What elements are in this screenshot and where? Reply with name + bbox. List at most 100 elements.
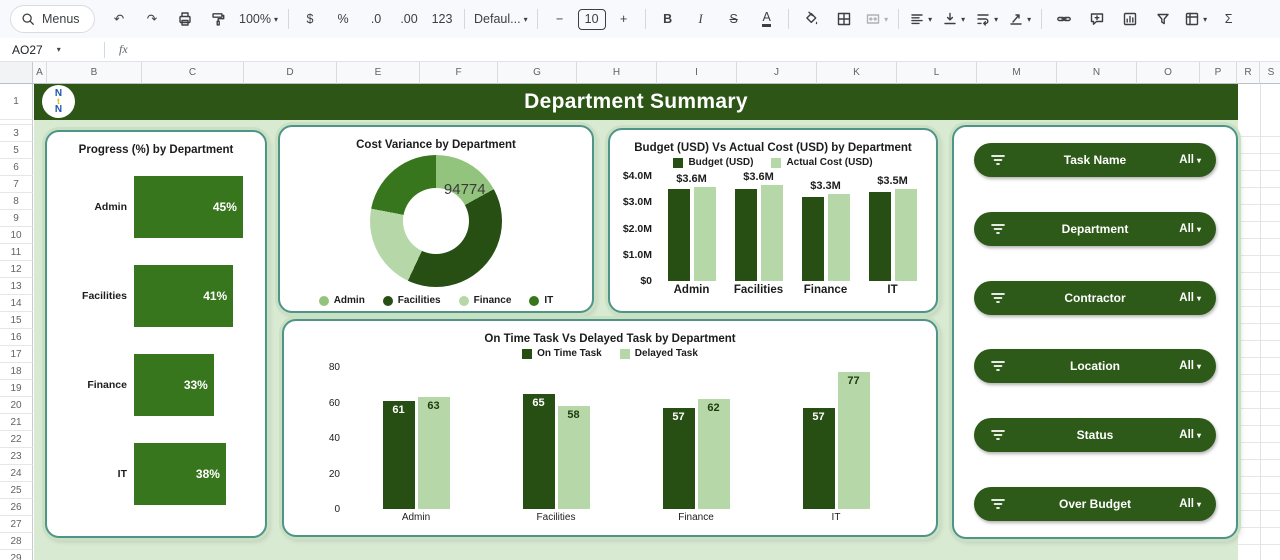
legend-dot bbox=[383, 296, 393, 306]
strikethrough-button[interactable]: S bbox=[719, 7, 749, 31]
row-header-10[interactable]: 10 bbox=[0, 227, 33, 244]
column-header-P[interactable]: P bbox=[1200, 62, 1237, 84]
row-header-5[interactable]: 5 bbox=[0, 142, 33, 159]
select-all-corner[interactable] bbox=[0, 62, 33, 84]
filter-value-dropdown[interactable]: All▾ bbox=[1179, 223, 1201, 235]
redo-button-label: ↷ bbox=[147, 13, 157, 26]
fill-color-button[interactable] bbox=[796, 7, 826, 31]
decrease-decimal-button[interactable]: .0 bbox=[361, 7, 391, 31]
row-header-22[interactable]: 22 bbox=[0, 431, 33, 448]
row-header-21[interactable]: 21 bbox=[0, 414, 33, 431]
functions-button[interactable]: Σ bbox=[1214, 7, 1244, 31]
column-header-R[interactable]: R bbox=[1237, 62, 1260, 84]
column-header-A[interactable]: A bbox=[33, 62, 47, 84]
format-currency-button[interactable]: $ bbox=[295, 7, 325, 31]
filter-task-name[interactable]: Task NameAll▾ bbox=[974, 143, 1216, 177]
table-views-button[interactable]: ▾ bbox=[1181, 7, 1211, 31]
vertical-align-button[interactable]: ▾ bbox=[939, 7, 969, 31]
row-header-23[interactable]: 23 bbox=[0, 448, 33, 465]
row-header-12[interactable]: 12 bbox=[0, 261, 33, 278]
row-header-1[interactable]: 1 bbox=[0, 84, 33, 120]
text-rotation-button[interactable]: ▾ bbox=[1005, 7, 1035, 31]
horizontal-align-button[interactable]: ▾ bbox=[906, 7, 936, 31]
print-button[interactable] bbox=[170, 7, 200, 31]
row-header-8[interactable]: 8 bbox=[0, 193, 33, 210]
increase-decimal-button[interactable]: .00 bbox=[394, 7, 424, 31]
center-value-label: 94774 bbox=[444, 181, 486, 198]
undo-button[interactable]: ↶ bbox=[104, 7, 134, 31]
bar-group: $3.5MIT bbox=[869, 176, 917, 281]
row-header-27[interactable]: 27 bbox=[0, 516, 33, 533]
column-header-L[interactable]: L bbox=[897, 62, 977, 84]
row-header-17[interactable]: 17 bbox=[0, 346, 33, 363]
row-header-19[interactable]: 19 bbox=[0, 380, 33, 397]
row-header-9[interactable]: 9 bbox=[0, 210, 33, 227]
row-header-15[interactable]: 15 bbox=[0, 312, 33, 329]
column-header-B[interactable]: B bbox=[47, 62, 142, 84]
divider bbox=[645, 9, 646, 29]
column-header-G[interactable]: G bbox=[498, 62, 577, 84]
column-header-H[interactable]: H bbox=[577, 62, 657, 84]
font-size-input[interactable]: 10 bbox=[578, 9, 606, 30]
column-header-D[interactable]: D bbox=[244, 62, 337, 84]
filter-location[interactable]: LocationAll▾ bbox=[974, 349, 1216, 383]
merge-cells-button[interactable]: ▾ bbox=[862, 7, 892, 31]
bold-button[interactable]: B bbox=[653, 7, 683, 31]
filter-value-dropdown[interactable]: All▾ bbox=[1179, 498, 1201, 510]
filter-contractor[interactable]: ContractorAll▾ bbox=[974, 281, 1216, 315]
row-header-16[interactable]: 16 bbox=[0, 329, 33, 346]
column-header-M[interactable]: M bbox=[977, 62, 1057, 84]
group-value-label: $3.6M bbox=[676, 173, 707, 185]
column-header-O[interactable]: O bbox=[1137, 62, 1200, 84]
filter-value-dropdown[interactable]: All▾ bbox=[1179, 360, 1201, 372]
redo-button[interactable]: ↷ bbox=[137, 7, 167, 31]
filter-value-dropdown[interactable]: All▾ bbox=[1179, 292, 1201, 304]
more-formats-button[interactable]: 123 bbox=[427, 7, 457, 31]
row-header-25[interactable]: 25 bbox=[0, 482, 33, 499]
filter-department[interactable]: DepartmentAll▾ bbox=[974, 212, 1216, 246]
format-percent-button[interactable]: % bbox=[328, 7, 358, 31]
column-header-C[interactable]: C bbox=[142, 62, 244, 84]
filter-value-dropdown[interactable]: All▾ bbox=[1179, 154, 1201, 166]
decrease-font-size-button[interactable]: − bbox=[545, 7, 575, 31]
paint-format-button[interactable] bbox=[203, 7, 233, 31]
borders-button[interactable] bbox=[829, 7, 859, 31]
insert-link-button[interactable] bbox=[1049, 7, 1079, 31]
row-header-14[interactable]: 14 bbox=[0, 295, 33, 312]
row-header-20[interactable]: 20 bbox=[0, 397, 33, 414]
filter-over-budget[interactable]: Over BudgetAll▾ bbox=[974, 487, 1216, 521]
row-header-7[interactable]: 7 bbox=[0, 176, 33, 193]
font-select[interactable]: Defaul...▾ bbox=[471, 7, 531, 31]
column-header-N[interactable]: N bbox=[1057, 62, 1137, 84]
insert-comment-button[interactable] bbox=[1082, 7, 1112, 31]
bars bbox=[735, 185, 783, 281]
filter-value-dropdown[interactable]: All▾ bbox=[1179, 429, 1201, 441]
zoom-select[interactable]: 100%▾ bbox=[236, 7, 281, 31]
create-filter-button[interactable] bbox=[1148, 7, 1178, 31]
name-box[interactable]: AO27 ▾ bbox=[0, 43, 98, 57]
row-header-24[interactable]: 24 bbox=[0, 465, 33, 482]
text-wrap-button[interactable]: ▾ bbox=[972, 7, 1002, 31]
row-header-13[interactable]: 13 bbox=[0, 278, 33, 295]
row-header-28[interactable]: 28 bbox=[0, 533, 33, 550]
column-header-F[interactable]: F bbox=[420, 62, 498, 84]
column-header-K[interactable]: K bbox=[817, 62, 897, 84]
column-header-J[interactable]: J bbox=[737, 62, 817, 84]
column-header-E[interactable]: E bbox=[337, 62, 420, 84]
text-color-button[interactable]: A bbox=[752, 7, 782, 31]
row-header-18[interactable]: 18 bbox=[0, 363, 33, 380]
row-header-29[interactable]: 29 bbox=[0, 550, 33, 560]
row-header-26[interactable]: 26 bbox=[0, 499, 33, 516]
increase-font-size-button[interactable]: + bbox=[609, 7, 639, 31]
column-header-I[interactable]: I bbox=[657, 62, 737, 84]
row-header-6[interactable]: 6 bbox=[0, 159, 33, 176]
progress-bar-row: Admin45% bbox=[51, 175, 255, 239]
column-header-S[interactable]: S bbox=[1260, 62, 1280, 84]
italic-button[interactable]: I bbox=[686, 7, 716, 31]
filter-status[interactable]: StatusAll▾ bbox=[974, 418, 1216, 452]
insert-chart-button[interactable] bbox=[1115, 7, 1145, 31]
row-header-11[interactable]: 11 bbox=[0, 244, 33, 261]
row-header-3[interactable]: 3 bbox=[0, 125, 33, 142]
menus-button[interactable]: Menus bbox=[10, 5, 95, 33]
font-size-input-value: 10 bbox=[585, 13, 599, 26]
